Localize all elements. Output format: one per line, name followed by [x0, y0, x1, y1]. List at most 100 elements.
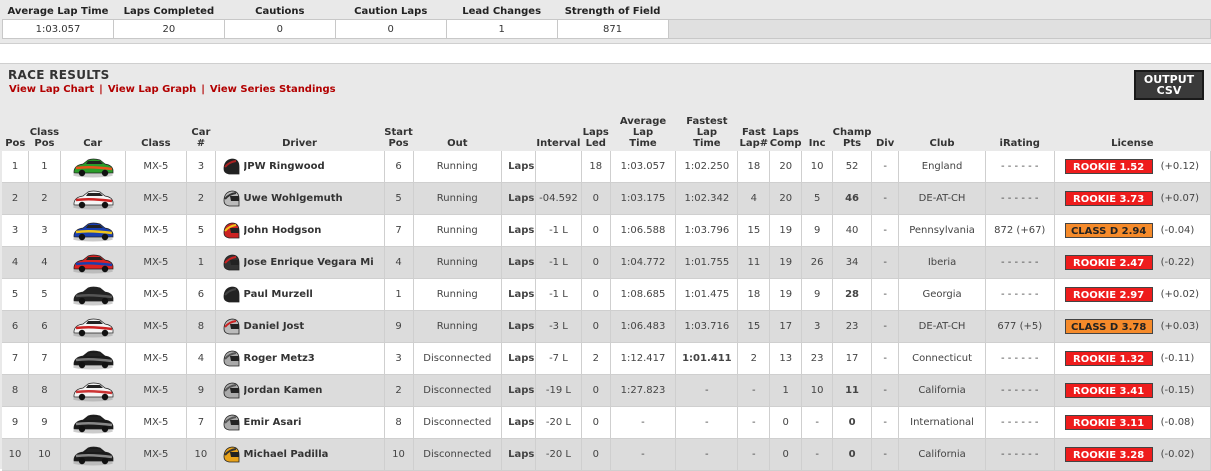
license-cell: ROOKIE 3.28 (-0.02): [1054, 438, 1211, 471]
class-pos-cell: 6: [28, 310, 61, 343]
driver-cell[interactable]: JPW Ringwood: [215, 151, 385, 183]
laps-link[interactable]: Laps: [501, 214, 537, 247]
driver-name[interactable]: Michael Padilla: [244, 449, 384, 460]
driver-cell[interactable]: John Hodgson: [215, 214, 385, 247]
laps-link[interactable]: Laps: [501, 182, 537, 215]
fast-lap-number-cell: 2: [737, 342, 771, 375]
laps-comp-cell: 17: [769, 310, 803, 343]
car-number-cell: 2: [186, 182, 216, 215]
car-cell: [60, 406, 126, 439]
club-cell: Georgia: [898, 278, 986, 311]
view-lap-graph-link[interactable]: View Lap Graph: [108, 84, 196, 95]
class-cell: MX-5: [125, 374, 188, 407]
license-badge: CLASS D 3.78: [1064, 319, 1153, 334]
div-cell: -: [871, 342, 900, 375]
summary-header-strength-of-field: Strength of Field: [564, 5, 661, 17]
avg-lap-cell: -: [610, 438, 677, 471]
laps-led-cell: 0: [581, 406, 611, 439]
output-csv-button[interactable]: OUTPUT CSV: [1134, 70, 1204, 100]
driver-cell[interactable]: Jordan Kamen: [215, 374, 385, 407]
driver-cell[interactable]: Paul Murzell: [215, 278, 385, 311]
driver-cell[interactable]: Roger Metz3: [215, 342, 385, 375]
helmet-icon: [223, 382, 239, 398]
driver-name[interactable]: Jordan Kamen: [244, 385, 384, 396]
car-cell: [60, 214, 126, 247]
car-number-cell: 1: [186, 246, 216, 279]
header-laps-link: [502, 116, 536, 151]
laps-led-cell: 0: [581, 374, 611, 407]
fastest-lap-cell: 1:01.755: [675, 246, 739, 279]
view-series-standings-link[interactable]: View Series Standings: [210, 84, 336, 95]
summary-value-avg-lap: 1:03.057: [2, 19, 114, 39]
irating-cell: - - - - - -: [985, 182, 1055, 215]
div-cell: -: [871, 374, 900, 407]
car-icon: [72, 446, 114, 465]
car-number-cell: 6: [186, 278, 216, 311]
driver-name[interactable]: JPW Ringwood: [244, 161, 384, 172]
driver-name[interactable]: Daniel Jost: [244, 321, 384, 332]
laps-comp-cell: 13: [769, 342, 803, 375]
laps-led-cell: 0: [581, 246, 611, 279]
driver-cell[interactable]: Uwe Wohlgemuth: [215, 182, 385, 215]
driver-name[interactable]: Emir Asari: [244, 417, 384, 428]
driver-name[interactable]: Roger Metz3: [244, 353, 384, 364]
avg-lap-cell: 1:03.175: [610, 182, 677, 215]
class-pos-cell: 4: [28, 246, 61, 279]
inc-cell: 10: [801, 151, 834, 183]
driver-name[interactable]: John Hodgson: [244, 225, 384, 236]
driver-wrap: Jordan Kamen: [216, 381, 384, 401]
class-cell: MX-5: [125, 438, 188, 471]
license-change: (+0.07): [1160, 193, 1200, 204]
driver-wrap: Michael Padilla: [216, 445, 384, 465]
laps-link[interactable]: Laps: [501, 406, 537, 439]
champ-pts-cell: 46: [832, 182, 872, 215]
laps-link[interactable]: Laps: [501, 374, 537, 407]
driver-cell[interactable]: Emir Asari: [215, 406, 385, 439]
pos-cell: 8: [2, 374, 30, 407]
fastest-lap-cell: -: [675, 374, 739, 407]
laps-link[interactable]: Laps: [501, 310, 537, 343]
result-row: 2 2 MX-5 2 Uwe Wohlgemuth 5 Running Laps -04.592…: [2, 182, 1211, 215]
interval-cell: -3 L: [535, 310, 582, 343]
class-cell: MX-5: [125, 278, 188, 311]
laps-link[interactable]: Laps: [501, 438, 537, 471]
champ-pts-cell: 23: [832, 310, 872, 343]
summary-header-cautions: Cautions: [255, 5, 305, 17]
license-change: (-0.08): [1160, 417, 1195, 428]
driver-name[interactable]: Jose Enrique Vegara Mi: [244, 257, 384, 268]
irating-cell: - - - - - -: [985, 406, 1055, 439]
driver-wrap: JPW Ringwood: [216, 157, 384, 177]
club-cell: International: [898, 406, 986, 439]
driver-cell[interactable]: Daniel Jost: [215, 310, 385, 343]
class-pos-cell: 9: [28, 406, 61, 439]
interval-cell: -1 L: [535, 278, 582, 311]
driver-cell[interactable]: Michael Padilla: [215, 438, 385, 471]
pos-cell: 9: [2, 406, 30, 439]
laps-link[interactable]: Laps: [501, 342, 537, 375]
license-cell: ROOKIE 2.97 (+0.02): [1054, 278, 1211, 311]
driver-name[interactable]: Paul Murzell: [244, 289, 384, 300]
link-separator: |: [99, 84, 103, 95]
license-badge: ROOKIE 3.28: [1064, 447, 1153, 462]
race-summary: Average Lap Time Laps Completed Cautions…: [0, 0, 1211, 44]
class-cell: MX-5: [125, 246, 188, 279]
header-class: Class: [141, 138, 171, 149]
inc-cell: 26: [801, 246, 834, 279]
driver-cell[interactable]: Jose Enrique Vegara Mi: [215, 246, 385, 279]
laps-link[interactable]: Laps: [501, 278, 537, 311]
irating-cell: - - - - - -: [985, 151, 1055, 183]
car-cell: [60, 374, 126, 407]
fastest-lap-cell: 1:03.796: [675, 214, 739, 247]
start-pos-cell: 2: [384, 374, 414, 407]
car-cell: [60, 151, 126, 183]
club-cell: California: [898, 438, 986, 471]
view-lap-chart-link[interactable]: View Lap Chart: [9, 84, 94, 95]
laps-link[interactable]: Laps: [501, 151, 537, 183]
laps-link[interactable]: Laps: [501, 246, 537, 279]
champ-pts-cell: 40: [832, 214, 872, 247]
class-pos-cell: 8: [28, 374, 61, 407]
license-wrap: ROOKIE 3.11 (-0.08): [1055, 415, 1210, 430]
driver-name[interactable]: Uwe Wohlgemuth: [244, 193, 384, 204]
car-number-cell: 8: [186, 310, 216, 343]
helmet-icon: [223, 446, 239, 462]
